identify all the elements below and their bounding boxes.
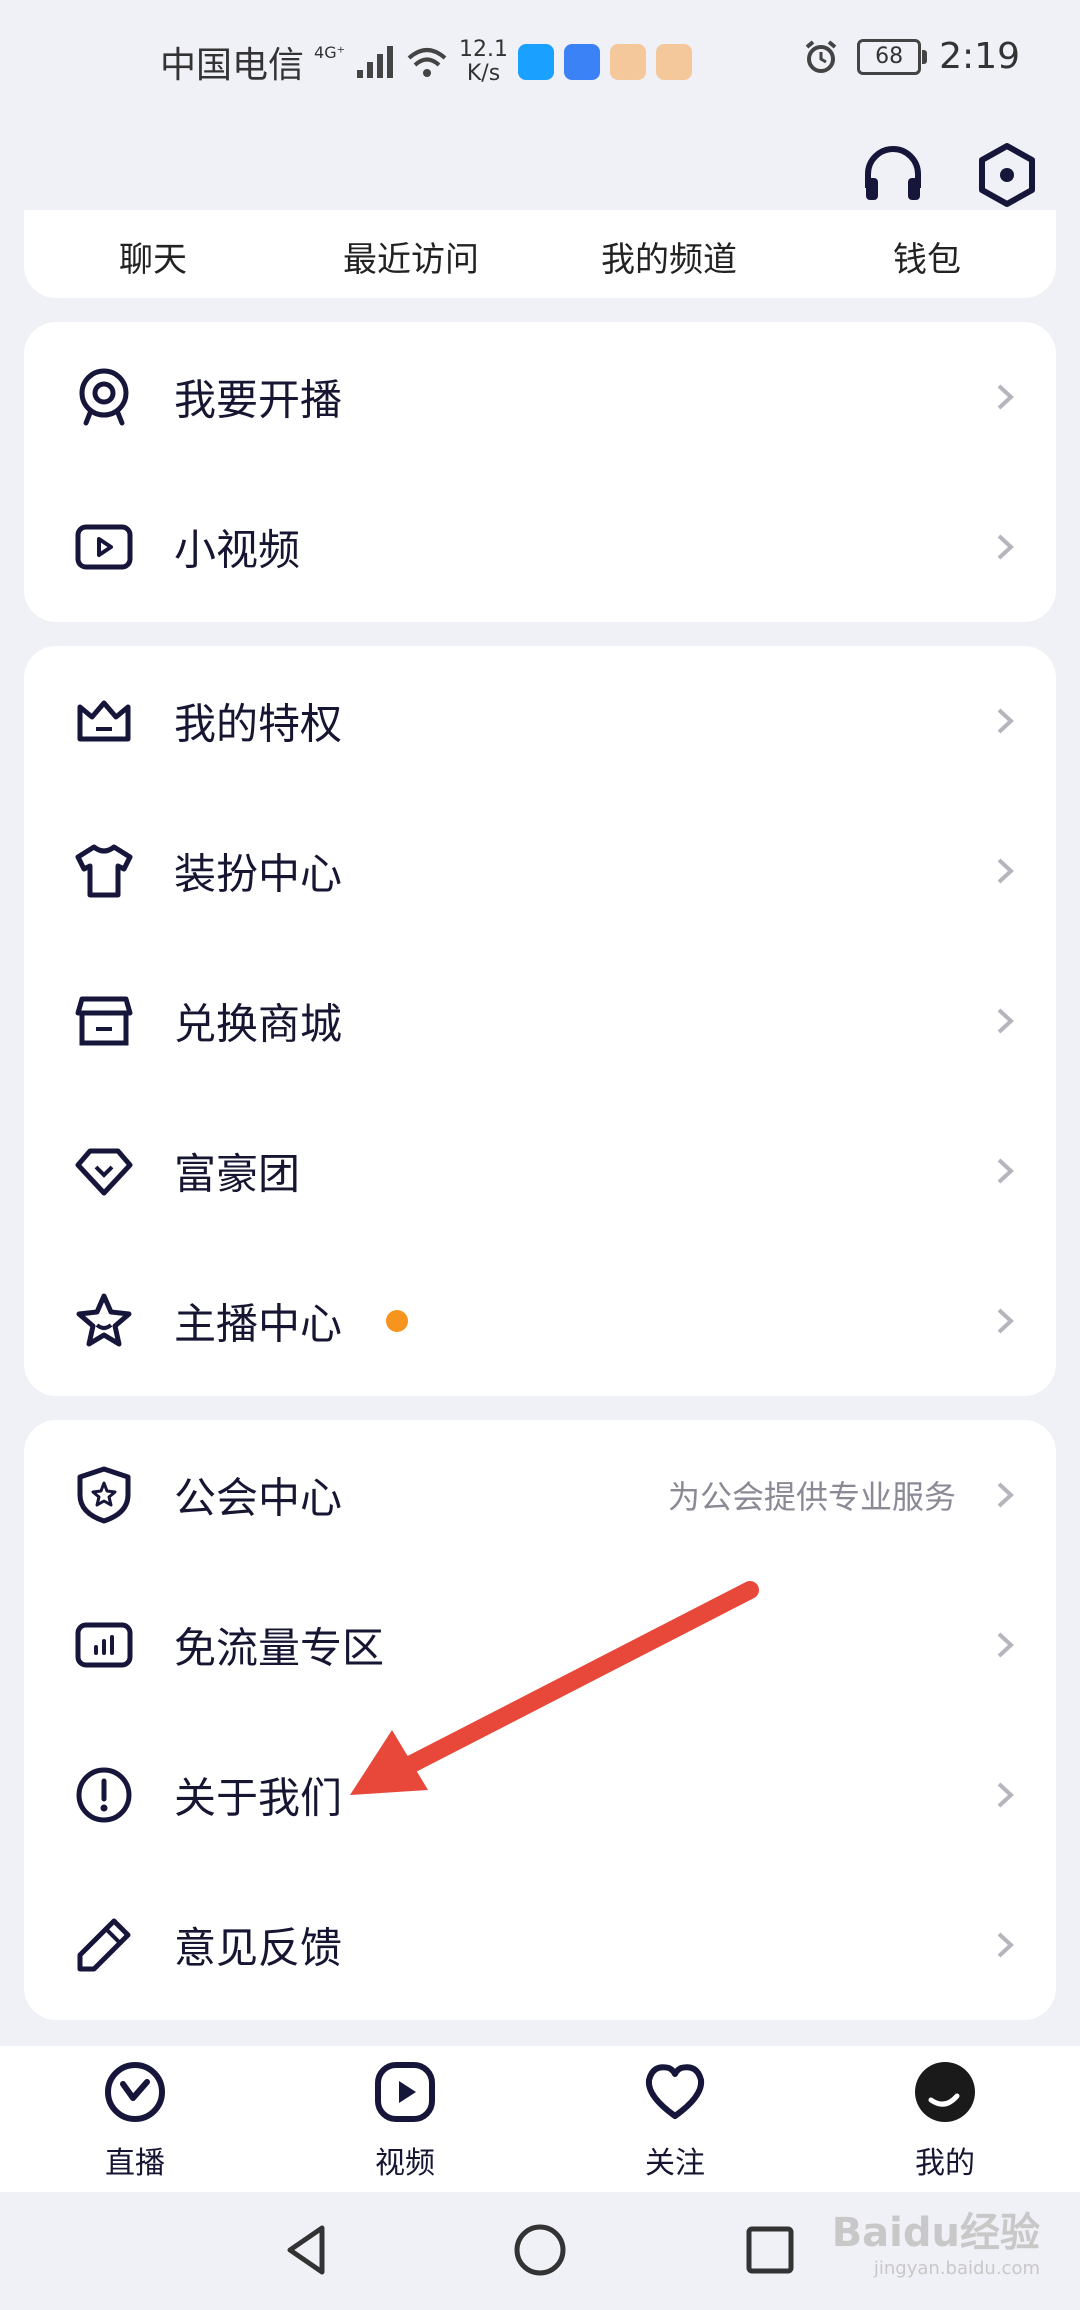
cloud-app-icon xyxy=(564,44,601,80)
tshirt-icon xyxy=(75,844,133,898)
home-icon[interactable] xyxy=(510,2220,570,2280)
menu-item-label: 兑换商城 xyxy=(174,999,343,1049)
menu-item-label: 我的特权 xyxy=(174,699,343,749)
menu-card-2: 我的特权 装扮中心 兑换商城 富豪团 主播中心 xyxy=(24,646,1056,1396)
settings-hexagon-icon[interactable] xyxy=(972,140,1042,210)
shortcuts-card: 聊天 最近访问 我的频道 钱包 xyxy=(24,210,1056,298)
menu-item-label: 主播中心 xyxy=(174,1299,343,1349)
chevron-right-icon xyxy=(997,534,1014,560)
headphones-icon[interactable] xyxy=(858,140,928,210)
cartoon-app-icon-2 xyxy=(656,44,693,80)
status-bar: 中国电信 4G⁺ 12.1 K/s 68 2:19 xyxy=(0,0,1080,120)
chevron-right-icon xyxy=(997,1782,1014,1808)
webcam-icon xyxy=(79,368,129,426)
network-type: 4G⁺ xyxy=(314,43,346,62)
signal-icon xyxy=(357,46,394,78)
menu-item-label: 小视频 xyxy=(174,525,301,575)
chevron-right-icon xyxy=(997,1482,1014,1508)
battery-indicator: 68 xyxy=(857,38,928,75)
tab-follow[interactable]: 关注 xyxy=(595,2060,755,2182)
shield-star-icon xyxy=(77,1466,131,1524)
bar-chart-icon xyxy=(75,1622,133,1668)
carrier-name: 中国电信 xyxy=(160,45,305,86)
chevron-right-icon xyxy=(997,384,1014,410)
bottom-nav: 直播 视频 关注 我的 xyxy=(0,2046,1080,2192)
chevron-right-icon xyxy=(997,1008,1014,1034)
tab-label: 关注 xyxy=(645,2146,705,2181)
chevron-right-icon xyxy=(997,708,1014,734)
net-speed: 12.1 K/s xyxy=(459,38,508,86)
watermark-text: Baidu经验 xyxy=(831,2210,1040,2256)
menu-item-start-live[interactable]: 我要开播 xyxy=(24,322,1056,472)
menu-item-label: 公会中心 xyxy=(174,1473,343,1523)
status-left: 中国电信 4G⁺ 12.1 K/s xyxy=(160,36,693,88)
menu-item-subtitle: 为公会提供专业服务 xyxy=(667,1478,956,1516)
shortcuts-row: 聊天 最近访问 我的频道 钱包 xyxy=(24,232,1056,281)
back-icon[interactable] xyxy=(278,2220,338,2280)
recents-icon[interactable] xyxy=(740,2220,800,2280)
annotation-arrow xyxy=(350,1581,759,1795)
chevron-right-icon xyxy=(997,1308,1014,1334)
menu-item-label: 装扮中心 xyxy=(174,849,343,899)
menu-item-anchor-center[interactable]: 主播中心 xyxy=(24,1246,1056,1396)
clock: 2:19 xyxy=(939,36,1020,77)
shortcut-recent-visits[interactable]: 最近访问 xyxy=(282,232,540,281)
menu-card-1: 我要开播 小视频 xyxy=(24,322,1056,622)
watermark: Baidu经验 jingyan.baidu.com xyxy=(832,2200,1040,2279)
menu-item-label: 意见反馈 xyxy=(174,1923,343,1973)
chevron-right-icon xyxy=(997,1932,1014,1958)
status-right: 68 2:19 xyxy=(803,36,1020,77)
menu-item-exchange-mall[interactable]: 兑换商城 xyxy=(24,946,1056,1096)
alarm-icon xyxy=(805,39,837,73)
menu-item-rich-club[interactable]: 富豪团 xyxy=(24,1096,1056,1246)
live-icon xyxy=(105,2062,165,2122)
tab-video[interactable]: 视频 xyxy=(325,2060,485,2182)
tab-mine[interactable]: 我的 xyxy=(865,2060,1025,2182)
speed-value: 12.1 xyxy=(459,37,509,62)
wifi-icon xyxy=(407,48,447,77)
shortcut-my-channel[interactable]: 我的频道 xyxy=(540,232,798,281)
menu-item-short-video[interactable]: 小视频 xyxy=(24,472,1056,622)
menu-item-guild-center[interactable]: 公会中心 为公会提供专业服务 xyxy=(24,1420,1056,1570)
chevron-right-icon xyxy=(997,1158,1014,1184)
chevron-right-icon xyxy=(997,1632,1014,1658)
watermark-sub: jingyan.baidu.com xyxy=(873,2258,1040,2279)
tab-label: 直播 xyxy=(105,2146,165,2181)
menu-item-feedback[interactable]: 意见反馈 xyxy=(24,1870,1056,2020)
star-icon xyxy=(76,1293,132,1347)
menu-item-label: 关于我们 xyxy=(174,1773,343,1823)
pencil-icon xyxy=(77,1918,131,1972)
tab-label: 我的 xyxy=(915,2146,975,2181)
menu-item-label: 我要开播 xyxy=(174,375,343,425)
crown-icon xyxy=(77,700,131,742)
speed-unit: K/s xyxy=(466,61,501,86)
shortcut-wallet[interactable]: 钱包 xyxy=(798,232,1056,281)
tab-label: 视频 xyxy=(375,2146,435,2181)
heart-icon xyxy=(645,2064,705,2119)
menu-item-label: 富豪团 xyxy=(174,1149,301,1199)
video-play-icon xyxy=(75,524,133,570)
video-tab-icon xyxy=(375,2062,435,2122)
tab-live[interactable]: 直播 xyxy=(55,2060,215,2182)
search-app-icon xyxy=(518,44,555,80)
menu-item-privileges[interactable]: 我的特权 xyxy=(24,646,1056,796)
info-circle-icon xyxy=(76,1767,132,1823)
menu-item-dressup-center[interactable]: 装扮中心 xyxy=(24,796,1056,946)
chevron-right-icon xyxy=(997,858,1014,884)
notification-dot xyxy=(386,1310,408,1332)
avatar-icon xyxy=(915,2062,975,2122)
cartoon-app-icon xyxy=(610,44,647,80)
store-icon xyxy=(75,996,133,1046)
shortcut-chat[interactable]: 聊天 xyxy=(24,232,282,281)
diamond-icon xyxy=(75,1148,133,1196)
